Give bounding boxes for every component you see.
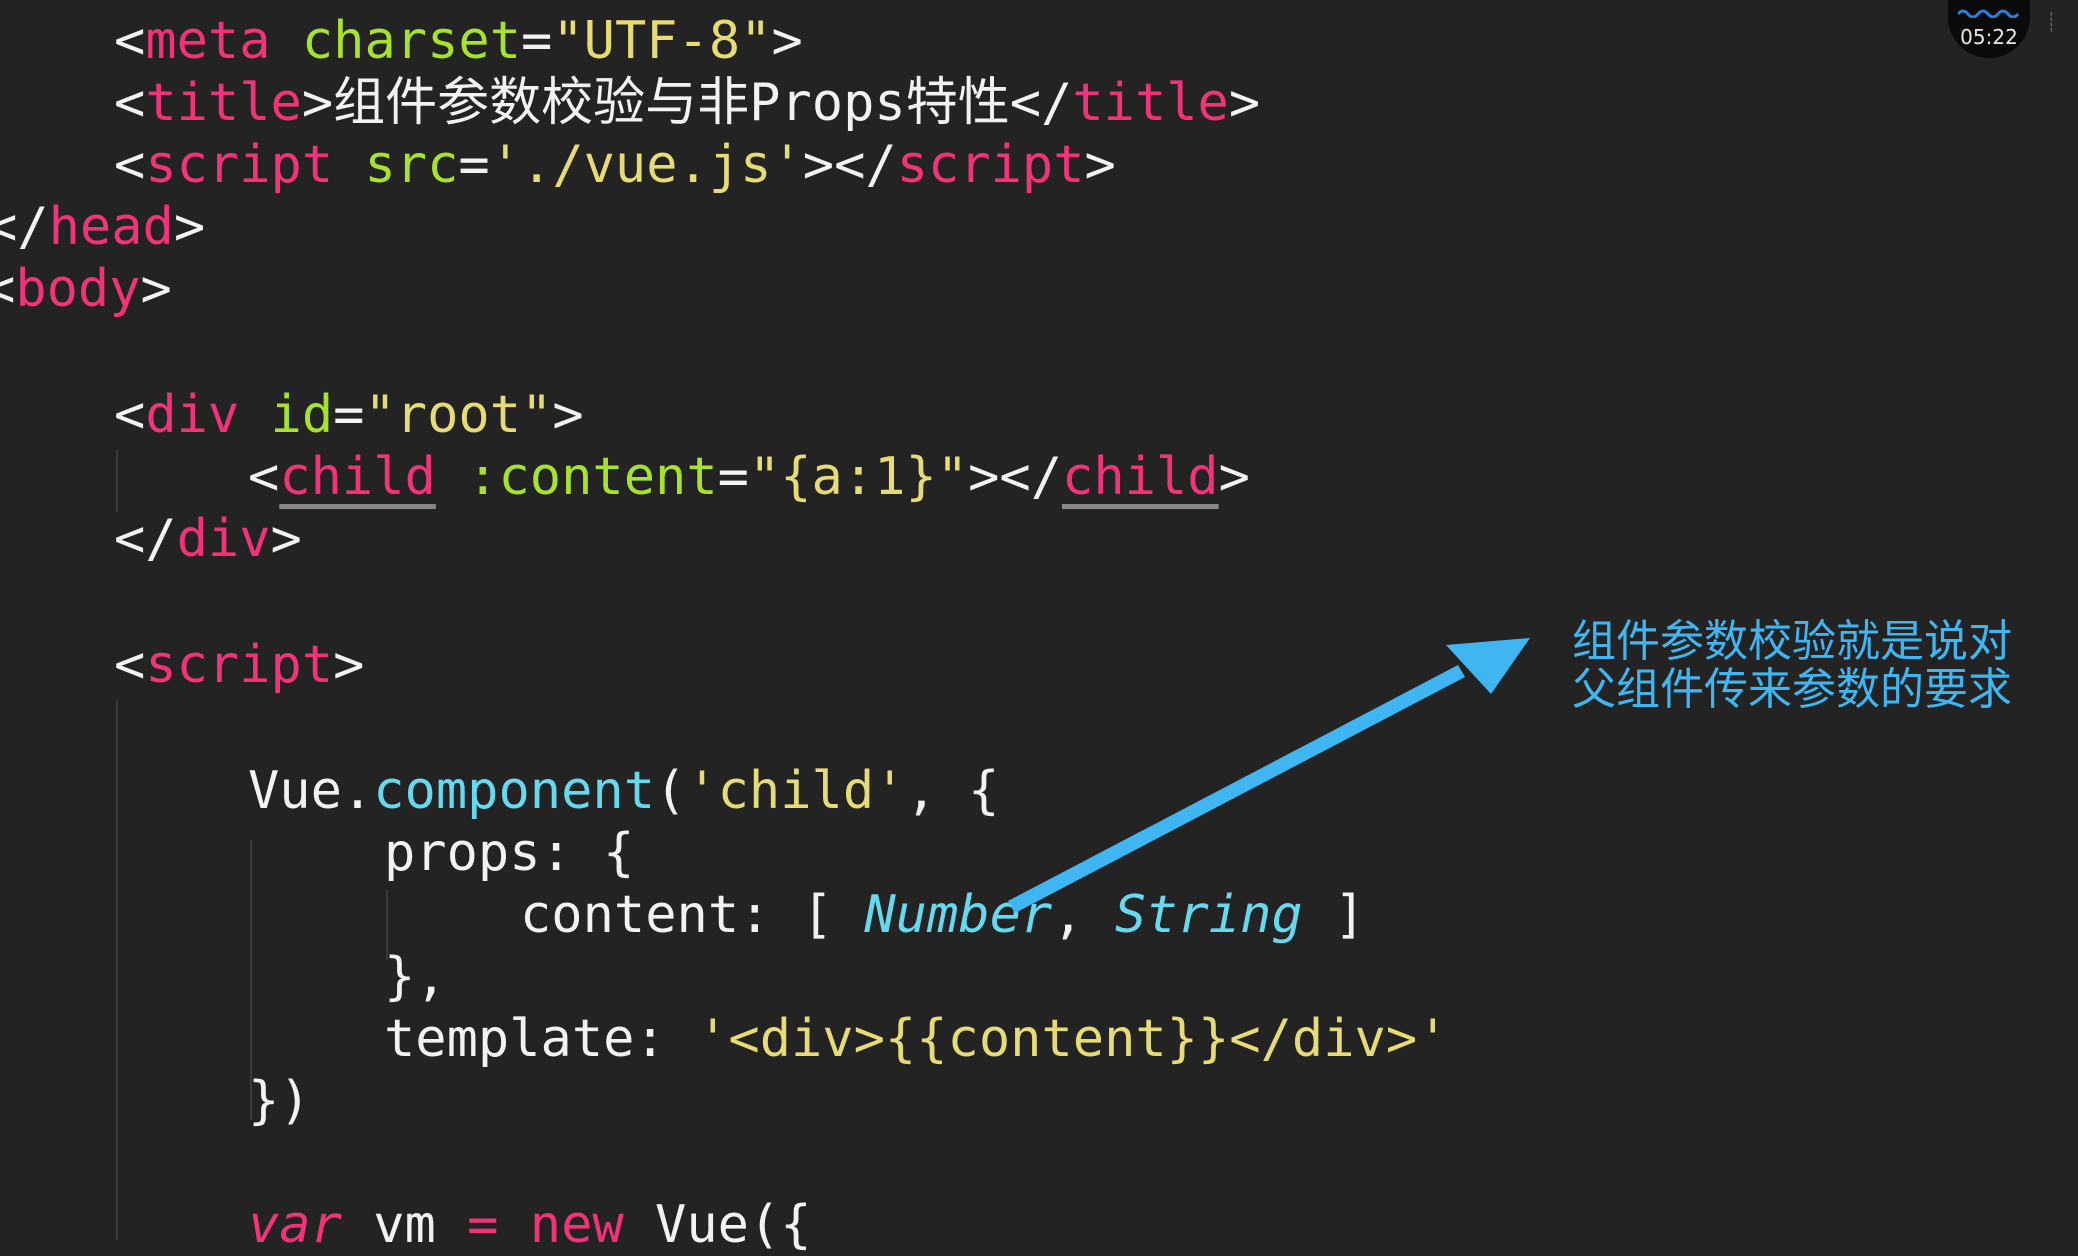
token-tag: child [1062, 447, 1219, 507]
token-tag: child [279, 447, 436, 507]
token: >组件参数校验与非Props特性</ [301, 73, 1073, 133]
token-string: './vue.js' [489, 135, 803, 195]
token-operator: = [467, 1195, 499, 1255]
token-attr: charset [301, 11, 522, 71]
code-line-meta: <meta charset="UTF-8"> [114, 10, 803, 72]
token-string: "UTF-8" [552, 11, 772, 71]
token-tag: div [145, 385, 240, 445]
token: vm [341, 1195, 468, 1255]
token: </ [0, 197, 49, 257]
token-keyword: var [248, 1195, 342, 1255]
code-line-props: props: { [384, 822, 634, 884]
timer-text: 05:22 [1960, 25, 2018, 49]
token: > [140, 259, 172, 319]
indent-guide [116, 700, 118, 1240]
token: , [1052, 885, 1115, 945]
token-tag: head [48, 197, 174, 257]
code-line-script-src: <script src='./vue.js'></script> [114, 134, 1116, 196]
token: props: { [384, 823, 635, 883]
token: < [248, 447, 280, 507]
token-string: "root" [364, 385, 553, 445]
waveform-icon [1958, 9, 2020, 18]
code-line-component: Vue.component('child', { [248, 760, 999, 822]
code-line-div-close: </div> [114, 508, 302, 570]
token-tag: script [145, 635, 334, 695]
token: > [552, 385, 584, 445]
annotation-text: 组件参数校验就是说对父组件传来参数的要求 [1572, 616, 2012, 715]
token: }) [248, 1071, 311, 1131]
code-line-title: <title>组件参数校验与非Props特性</title> [114, 72, 1260, 134]
token: < [114, 11, 146, 71]
token-tag: title [145, 73, 302, 133]
token-attr: :content [467, 447, 718, 507]
token: Vue({ [623, 1195, 812, 1255]
token: < [114, 635, 146, 695]
code-line-component-close: }) [248, 1070, 311, 1132]
token: < [114, 135, 146, 195]
code-line-script-open: <script> [114, 634, 364, 696]
code-line-child: <child :content="{a:1}"></child> [248, 446, 1250, 508]
token: > [173, 197, 206, 257]
code-line-div-open: <div id="root"> [114, 384, 584, 446]
token-tag: div [176, 509, 271, 569]
token: ] [1302, 885, 1366, 945]
token: = [717, 447, 749, 507]
token-tag: script [896, 135, 1085, 195]
token: = [521, 11, 553, 71]
token: </ [114, 509, 177, 569]
token: ></ [968, 447, 1063, 507]
token-tag: script [145, 135, 334, 195]
token-function: component [373, 761, 655, 821]
token: > [771, 11, 803, 71]
token: > [270, 509, 302, 569]
token-string: 'child' [686, 761, 906, 821]
indent-guide [116, 450, 118, 512]
code-line-body-open: <body> [0, 258, 172, 320]
token-tag: body [15, 259, 141, 319]
code-line-vm: var vm = new Vue({ [248, 1194, 812, 1256]
token: < [114, 385, 146, 445]
token-tag: meta [145, 11, 271, 71]
token: content: [ [520, 885, 865, 945]
token: Vue. [248, 761, 374, 821]
token: = [458, 135, 490, 195]
token: > [1228, 73, 1261, 133]
token-type: Number [864, 885, 1053, 945]
token: ></ [802, 135, 897, 195]
token-tag: title [1072, 73, 1229, 133]
code-line-head-close: </head> [0, 196, 205, 258]
code-line-props-close: }, [384, 946, 447, 1008]
token: ( [655, 761, 687, 821]
token: > [1084, 135, 1116, 195]
token: < [0, 259, 15, 319]
code-line-template: template: '<div>{{content}}</div>' [384, 1008, 1448, 1070]
token: < [114, 73, 146, 133]
token-keyword: new [529, 1195, 624, 1255]
token-string: "{a:1}" [748, 447, 969, 507]
token-attr: id [270, 385, 334, 445]
token-attr: src [364, 135, 459, 195]
token-type: String [1114, 885, 1303, 945]
token: > [333, 635, 365, 695]
token: > [1218, 447, 1250, 507]
token: = [333, 385, 365, 445]
token: template: [384, 1009, 698, 1069]
code-line-content-prop: content: [ Number, String ] [520, 884, 1365, 946]
token-string: '<div>{{content}}</div>' [697, 1009, 1449, 1069]
token: , { [905, 761, 1000, 821]
window-edge-icon: ┊ [2046, 12, 2057, 33]
token: }, [384, 947, 447, 1007]
